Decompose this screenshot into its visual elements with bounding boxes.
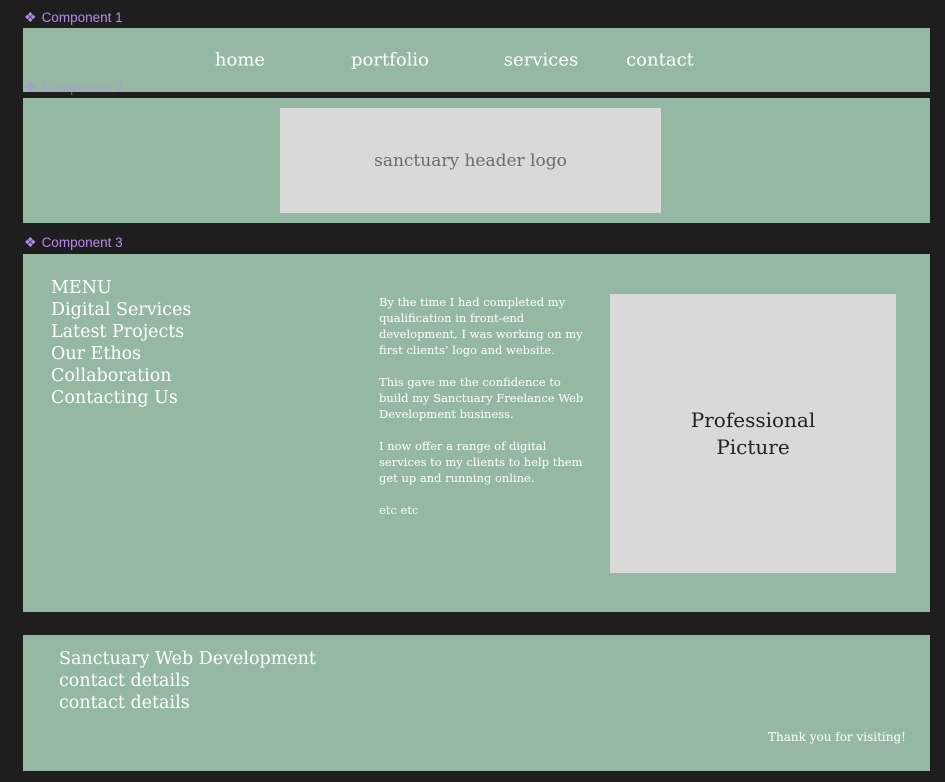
picture-label: Professional Picture <box>690 407 816 459</box>
bio-paragraph: I now offer a range of digital services … <box>379 439 583 485</box>
bio-text: By the time I had completed my qualifica… <box>379 294 584 534</box>
menu-item-digital-services[interactable]: Digital Services <box>51 299 191 321</box>
menu-item-latest-projects[interactable]: Latest Projects <box>51 321 191 343</box>
main-content: MENU Digital Services Latest Projects Ou… <box>23 254 930 612</box>
component-3-label[interactable]: ❖ Component 3 <box>24 234 123 250</box>
footer-business-name: Sanctuary Web Development <box>59 649 316 669</box>
nav-link-portfolio[interactable]: portfolio <box>351 50 429 71</box>
nav-link-home[interactable]: home <box>215 50 265 71</box>
nav-link-services[interactable]: services <box>504 50 578 71</box>
footer: Sanctuary Web Development contact detail… <box>23 635 930 771</box>
component-2-name: Component 2 <box>41 79 123 95</box>
footer-info: Sanctuary Web Development contact detail… <box>59 648 316 714</box>
side-menu: MENU Digital Services Latest Projects Ou… <box>51 277 191 409</box>
professional-picture-placeholder: Professional Picture <box>610 294 896 573</box>
footer-contact-details: contact details <box>59 671 190 691</box>
component-icon: ❖ <box>24 9 37 25</box>
component-icon: ❖ <box>24 79 37 95</box>
menu-item-our-ethos[interactable]: Our Ethos <box>51 343 191 365</box>
menu-item-contacting-us[interactable]: Contacting Us <box>51 387 191 409</box>
component-2-label[interactable]: ❖ Component 2 <box>24 79 123 95</box>
component-1-label[interactable]: ❖ Component 1 <box>24 9 123 25</box>
header-logo-text: sanctuary header logo <box>374 150 567 171</box>
nav-bar: home portfolio services contact <box>23 28 930 92</box>
bio-paragraph: etc etc <box>379 503 419 517</box>
header-logo-placeholder: sanctuary header logo <box>280 108 661 213</box>
component-3-name: Component 3 <box>41 234 123 250</box>
bio-paragraph: This gave me the confidence to build my … <box>379 375 584 421</box>
header-banner: sanctuary header logo <box>23 98 930 223</box>
component-icon: ❖ <box>24 234 37 250</box>
nav-link-contact[interactable]: contact <box>626 50 694 71</box>
component-1-name: Component 1 <box>41 9 123 25</box>
menu-title: MENU <box>51 278 112 298</box>
footer-thanks: Thank you for visiting! <box>768 730 906 744</box>
footer-contact-details: contact details <box>59 693 190 713</box>
bio-paragraph: By the time I had completed my qualifica… <box>379 295 583 357</box>
menu-item-collaboration[interactable]: Collaboration <box>51 365 191 387</box>
